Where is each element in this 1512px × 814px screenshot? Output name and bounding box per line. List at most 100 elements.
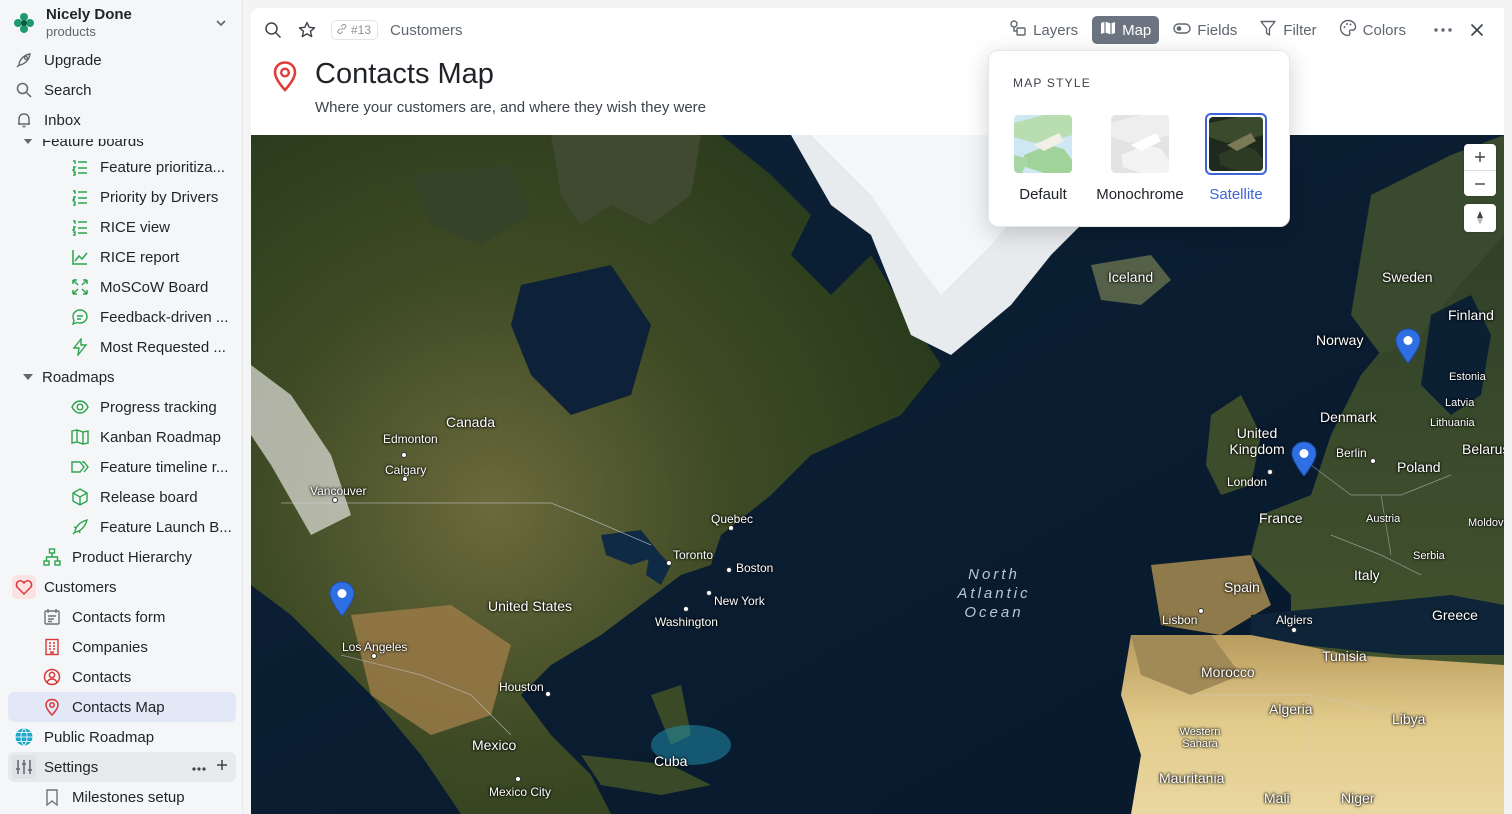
map-view-button[interactable]: Map bbox=[1092, 16, 1160, 44]
sidebar-item-progress-tracking[interactable]: Progress tracking bbox=[8, 392, 236, 422]
bell-icon bbox=[14, 110, 34, 130]
more-options-icon[interactable] bbox=[1428, 16, 1458, 44]
map-label-country: Spain bbox=[1224, 579, 1260, 595]
city-dot bbox=[515, 776, 521, 782]
nav-inbox[interactable]: Inbox bbox=[8, 105, 236, 135]
map-label-country: Niger bbox=[1341, 790, 1375, 806]
map-label-country: Cuba bbox=[654, 753, 688, 769]
eye-icon bbox=[70, 397, 90, 417]
sidebar-item-public-roadmap[interactable]: Public Roadmap bbox=[8, 722, 236, 752]
sidebar-item-companies[interactable]: Companies bbox=[8, 632, 236, 662]
breadcrumb[interactable]: Customers bbox=[390, 22, 463, 39]
map-style-label: Monochrome bbox=[1096, 186, 1184, 203]
map-label-country: Austria bbox=[1366, 513, 1401, 525]
tree-folder-feature-boards[interactable]: Feature boards bbox=[8, 139, 236, 152]
sidebar-item-milestones-setup[interactable]: Milestones setup bbox=[8, 782, 236, 812]
colors-button[interactable]: Colors bbox=[1331, 16, 1414, 44]
map-label-country: Estonia bbox=[1449, 371, 1486, 383]
package-icon bbox=[70, 487, 90, 507]
map-label-country: Mali bbox=[1264, 790, 1290, 806]
zoom-in-icon[interactable] bbox=[1464, 144, 1496, 170]
sidebar-item-contacts-map[interactable]: Contacts Map bbox=[8, 692, 236, 722]
close-icon[interactable] bbox=[1464, 16, 1490, 44]
map-label-city: Washington bbox=[655, 615, 718, 629]
layers-label: Layers bbox=[1033, 21, 1079, 39]
sidebar-item-contacts[interactable]: Contacts bbox=[8, 662, 236, 692]
record-link-chip[interactable]: #13 bbox=[331, 20, 379, 40]
sidebar-item-product-hierarchy[interactable]: Product Hierarchy bbox=[8, 542, 236, 572]
zoom-out-icon[interactable] bbox=[1464, 170, 1496, 196]
layers-button[interactable]: Layers bbox=[1001, 16, 1086, 44]
contact-map-pin[interactable] bbox=[1394, 328, 1422, 364]
timeline-icon bbox=[70, 457, 90, 477]
nav-upgrade[interactable]: Upgrade bbox=[8, 45, 236, 75]
list-number-icon bbox=[70, 157, 90, 177]
sidebar-item-moscow-board[interactable]: MoSCoW Board bbox=[8, 272, 236, 302]
sidebar-item-most-requested[interactable]: Most Requested ... bbox=[8, 332, 236, 362]
workspace-switcher[interactable]: Nicely Done products bbox=[8, 4, 236, 42]
caret-down-icon[interactable] bbox=[8, 139, 42, 151]
user-circle-icon bbox=[42, 667, 62, 687]
contact-map-pin[interactable] bbox=[328, 581, 356, 617]
compass-icon[interactable] bbox=[1464, 204, 1496, 232]
sidebar-item-rice-view[interactable]: RICE view bbox=[8, 212, 236, 242]
map-label-country: Canada bbox=[446, 414, 496, 430]
chevron-down-icon[interactable] bbox=[214, 16, 228, 35]
sidebar-item-feedback-driven[interactable]: Feedback-driven ... bbox=[8, 302, 236, 332]
sidebar-tree: Feature boards Feature prioritiza... Pri… bbox=[8, 139, 236, 814]
sidebar-item-release-board[interactable]: Release board bbox=[8, 482, 236, 512]
sidebar-item-feature-timeline[interactable]: Feature timeline r... bbox=[8, 452, 236, 482]
caret-down-icon[interactable] bbox=[8, 367, 42, 387]
map-style-satellite-thumbnail bbox=[1205, 113, 1267, 175]
record-id: #13 bbox=[351, 23, 372, 37]
sidebar-item-feature-launch[interactable]: Feature Launch B... bbox=[8, 512, 236, 542]
contact-map-pin[interactable] bbox=[1290, 441, 1318, 477]
city-dot bbox=[706, 590, 712, 596]
plus-icon[interactable] bbox=[216, 758, 228, 775]
more-icon[interactable] bbox=[192, 758, 206, 775]
map-label-city: Edmonton bbox=[383, 432, 438, 446]
expand-arrows-icon bbox=[70, 277, 90, 297]
map-canvas[interactable]: Canada United States Mexico Cuba Iceland… bbox=[251, 135, 1504, 814]
map-style-satellite[interactable]: Satellite bbox=[1186, 113, 1286, 203]
map-style-default[interactable]: Default bbox=[993, 113, 1093, 203]
sidebar-item-rice-report[interactable]: RICE report bbox=[8, 242, 236, 272]
tree-folder-roadmaps[interactable]: Roadmaps bbox=[8, 362, 236, 392]
map-label-country: Belarus bbox=[1462, 441, 1504, 457]
map-label-city: New York bbox=[714, 594, 765, 608]
sidebar-item-customers[interactable]: Customers bbox=[8, 572, 236, 602]
nav-inbox-label: Inbox bbox=[44, 111, 81, 129]
fields-label: Fields bbox=[1197, 21, 1238, 39]
sliders-icon bbox=[12, 755, 36, 779]
workspace-logo-icon bbox=[10, 9, 38, 37]
map-label-country: Mexico bbox=[472, 737, 517, 753]
sidebar-item-settings[interactable]: Settings bbox=[8, 752, 236, 782]
map-label-country: Serbia bbox=[1413, 550, 1445, 562]
hierarchy-icon bbox=[42, 547, 62, 567]
map-style-monochrome[interactable]: Monochrome bbox=[1090, 113, 1190, 203]
city-dot bbox=[402, 476, 408, 482]
sidebar-item-feature-prioritization[interactable]: Feature prioritiza... bbox=[8, 152, 236, 182]
city-dot bbox=[1267, 469, 1273, 475]
rocket-icon bbox=[70, 517, 90, 537]
sidebar-item-label: Release board bbox=[100, 488, 198, 506]
heart-icon bbox=[12, 575, 36, 599]
filter-label: Filter bbox=[1283, 21, 1317, 39]
sidebar-item-kanban-roadmap[interactable]: Kanban Roadmap bbox=[8, 422, 236, 452]
sidebar-item-label: Contacts form bbox=[72, 608, 166, 626]
nav-search[interactable]: Search bbox=[8, 75, 236, 105]
star-icon[interactable] bbox=[297, 20, 317, 40]
sidebar-item-contacts-form[interactable]: Contacts form bbox=[8, 602, 236, 632]
filter-button[interactable]: Filter bbox=[1251, 16, 1324, 44]
map-label-city: Toronto bbox=[673, 548, 714, 562]
sidebar-item-label: Customers bbox=[44, 578, 117, 596]
sidebar-item-label: RICE report bbox=[100, 248, 180, 266]
sidebar-item-priority-by-drivers[interactable]: Priority by Drivers bbox=[8, 182, 236, 212]
map-icon bbox=[70, 427, 90, 447]
search-icon[interactable] bbox=[263, 20, 283, 40]
map-label-country: United Kingdom bbox=[1229, 425, 1285, 457]
fields-button[interactable]: Fields bbox=[1165, 16, 1245, 44]
bookmark-icon bbox=[42, 787, 62, 807]
zoom-controls bbox=[1464, 144, 1496, 196]
map-label-country: United States bbox=[488, 598, 573, 614]
